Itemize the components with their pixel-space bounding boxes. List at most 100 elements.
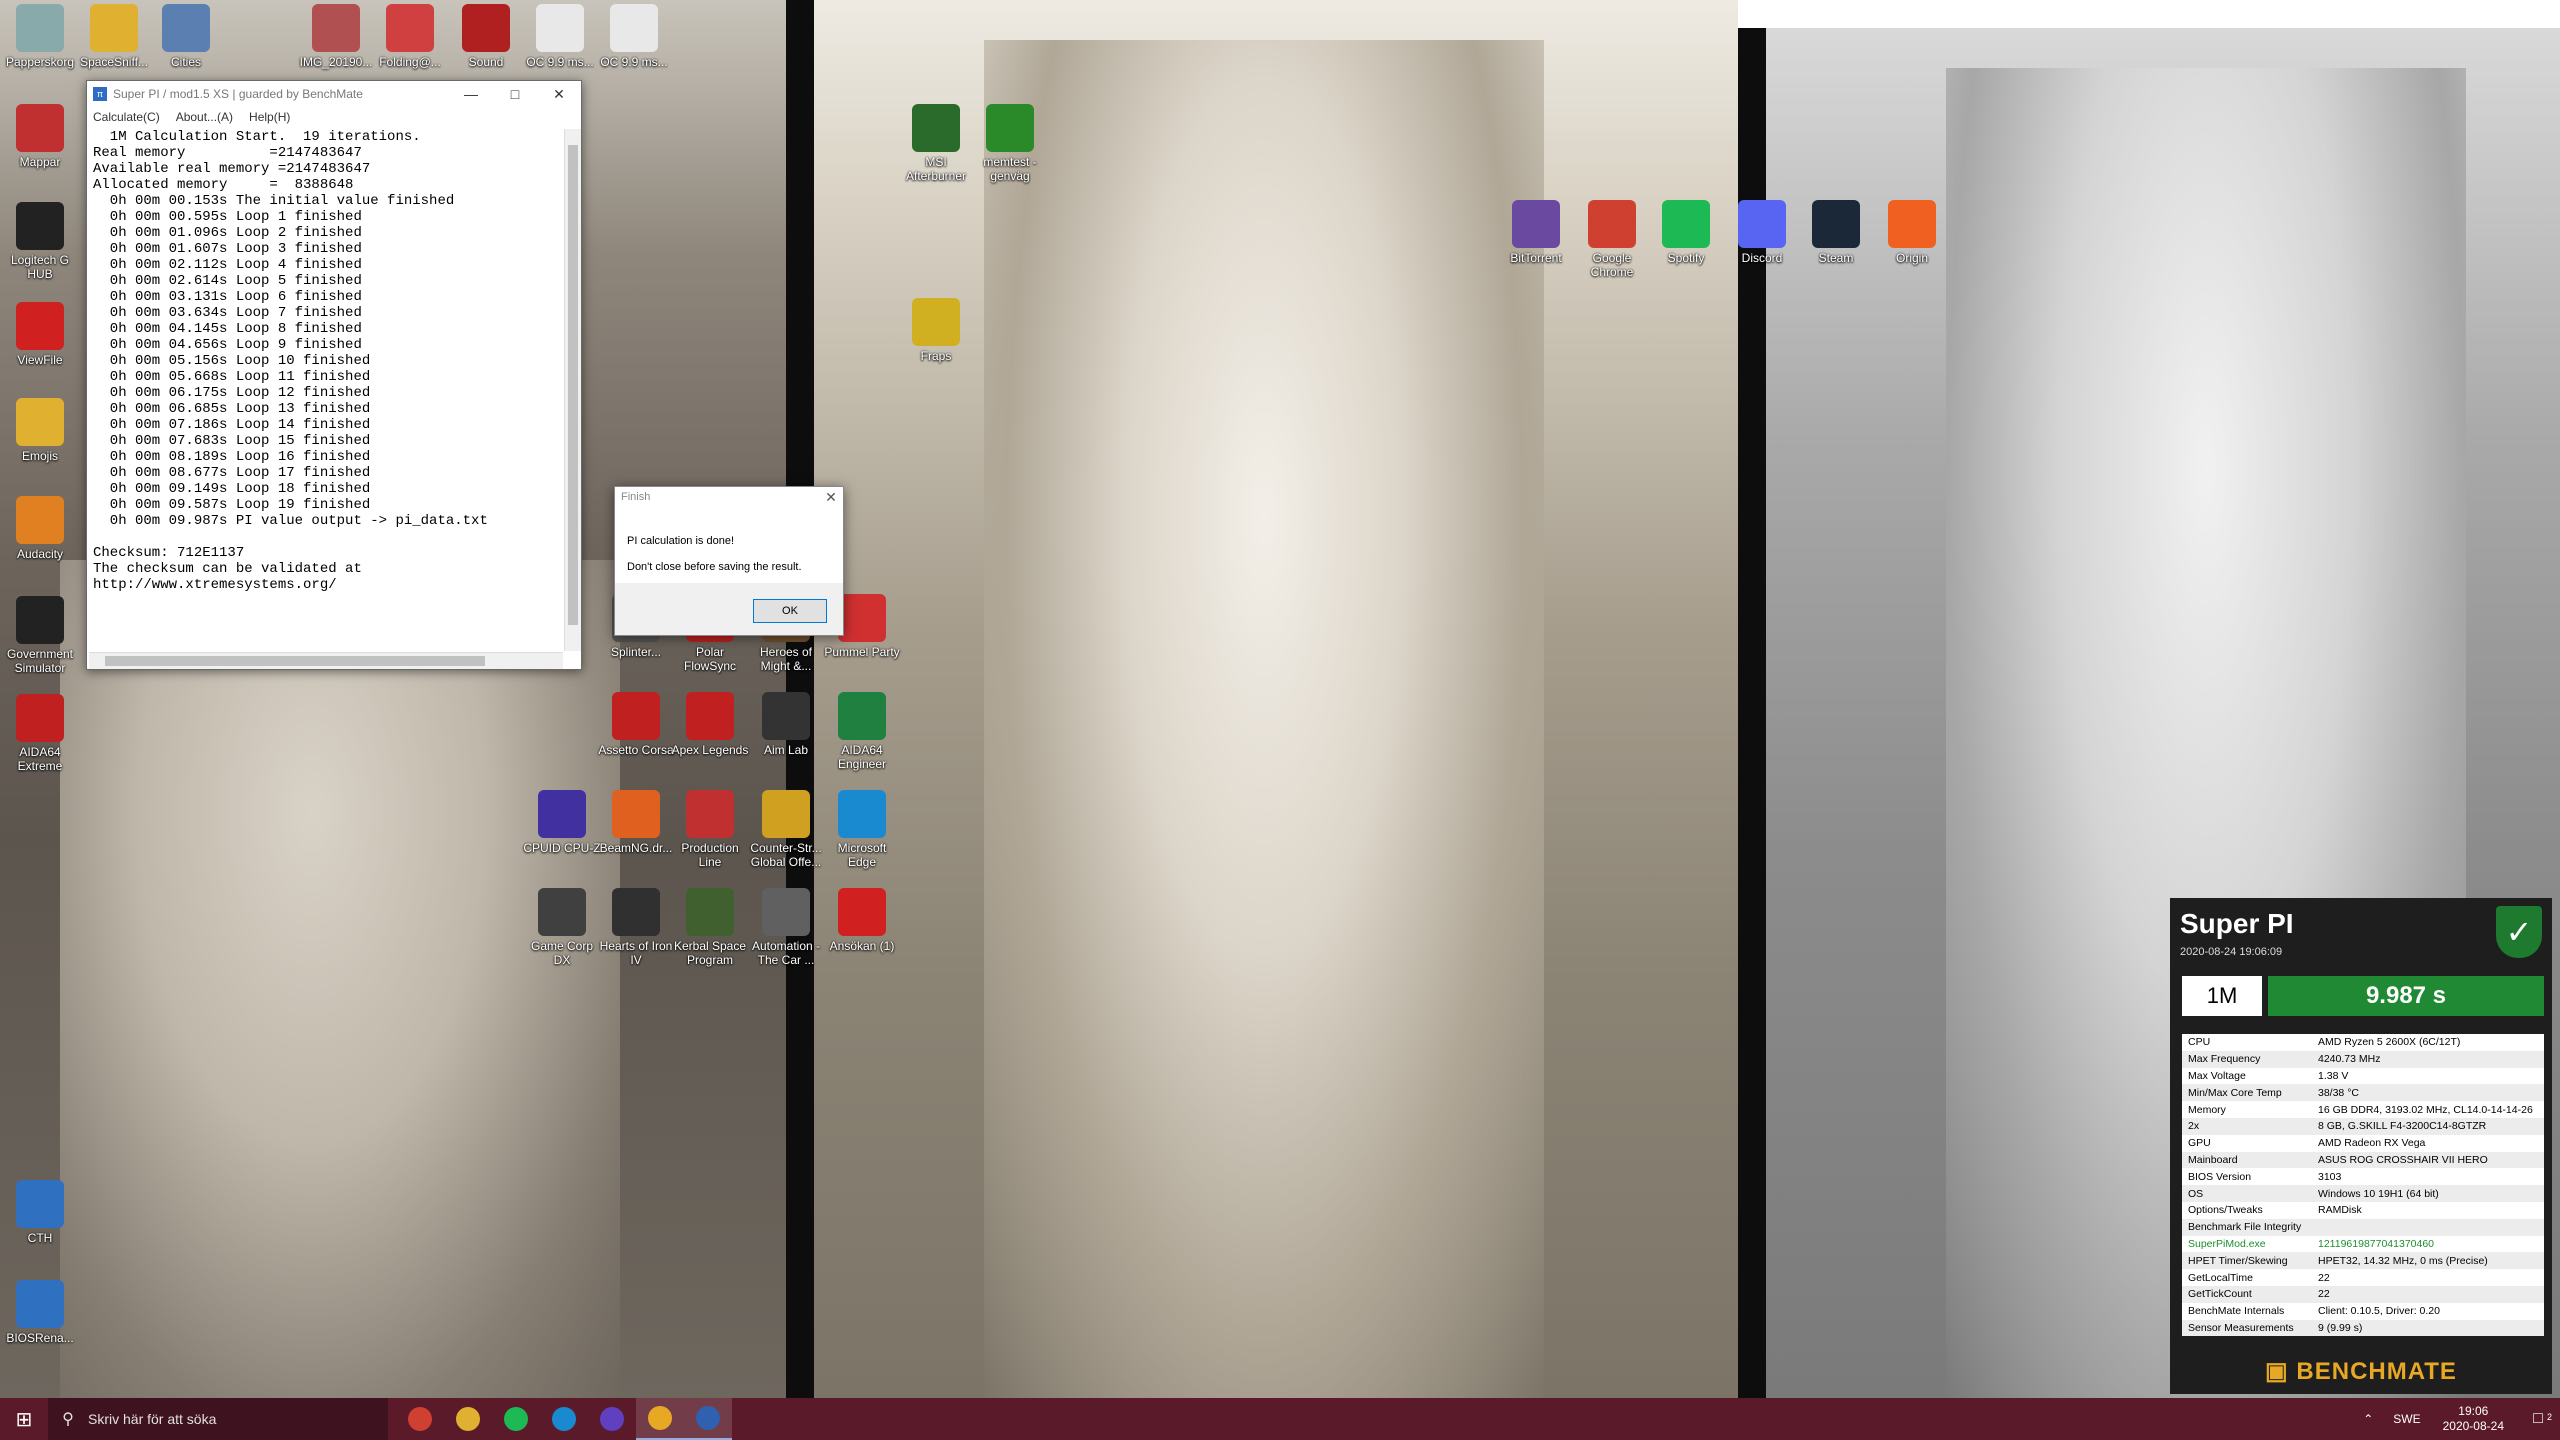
info-value: 12119619877041370460 xyxy=(2318,1237,2435,1250)
vertical-scrollbar[interactable] xyxy=(564,129,581,651)
desktop-icon-edge[interactable]: Microsoft Edge xyxy=(822,790,902,869)
desktop-icon-discord[interactable]: Discord xyxy=(1722,200,1802,265)
desktop-icon-label: Discord xyxy=(1741,251,1783,265)
benchmate-panel: Super PI 2020-08-24 19:06:09 ✓ 1M 9.987 … xyxy=(2170,898,2552,1394)
desktop-icon-assetto[interactable]: Assetto Corsa xyxy=(596,692,676,757)
taskbar: ⊞ ⚲ Skriv här för att söka ⌃ SWE 19:06 2… xyxy=(0,1398,2560,1440)
info-key: Max Voltage xyxy=(2188,1069,2246,1082)
info-key: Benchmark File Integrity xyxy=(2182,1218,2312,1236)
desktop-icon-cities[interactable]: Cities xyxy=(146,4,226,69)
desktop-icon-oc1[interactable]: OC 9.9 ms... xyxy=(520,4,600,69)
desktop-icon-govsim[interactable]: Government Simulator xyxy=(0,596,80,675)
desktop-icon-oc2[interactable]: OC 9.9 ms... xyxy=(594,4,674,69)
finish-titlebar[interactable]: Finish ✕ xyxy=(615,487,843,507)
desktop-icon-spotify[interactable]: Spotify xyxy=(1646,200,1726,265)
ksp-icon xyxy=(686,888,734,936)
desktop-icon-logitech[interactable]: Logitech G HUB xyxy=(0,202,80,281)
desktop-icon-label: Heroes of Might &... xyxy=(759,645,813,673)
benchmark-datetime: 2020-08-24 19:06:09 xyxy=(2180,946,2283,958)
taskbar-app-cpuz[interactable] xyxy=(588,1398,636,1440)
desktop-icon-apex[interactable]: Apex Legends xyxy=(670,692,750,757)
taskbar-app-benchmate[interactable] xyxy=(636,1398,684,1440)
desktop-icon-bittorrent[interactable]: BitTorrent xyxy=(1496,200,1576,265)
desktop-icon-recycle[interactable]: Papperskorg xyxy=(0,4,80,69)
desktop-icon-csgo[interactable]: Counter-Str... Global Offe... xyxy=(746,790,826,869)
desktop-icon-folding[interactable]: Folding@... xyxy=(370,4,450,69)
chevron-up-icon[interactable]: ⌃ xyxy=(2353,1412,2383,1426)
language-indicator[interactable]: SWE xyxy=(2383,1412,2430,1426)
windows-start-icon[interactable]: ⊞ xyxy=(0,1398,48,1440)
info-row: Mainboard ASUS ROG CROSSHAIR VII HERO xyxy=(2182,1151,2544,1169)
taskbar-app-superpi[interactable] xyxy=(684,1398,732,1440)
superpi-window[interactable]: π Super PI / mod1.5 XS | guarded by Benc… xyxy=(86,80,582,670)
desktop-icon-audacity[interactable]: Audacity xyxy=(0,496,80,561)
info-key: CPU xyxy=(2188,1036,2211,1049)
minimize-icon[interactable]: — xyxy=(449,81,493,107)
taskbar-app-spotify[interactable] xyxy=(492,1398,540,1440)
desktop-icon-cth[interactable]: CTH xyxy=(0,1180,80,1245)
folder-icon xyxy=(90,4,138,52)
info-key: Sensor Measurements xyxy=(2182,1319,2312,1337)
superpi-titlebar[interactable]: π Super PI / mod1.5 XS | guarded by Benc… xyxy=(87,81,581,107)
desktop-icon-beamng[interactable]: BeamNG.dr... xyxy=(596,790,676,855)
desktop-icon-msi[interactable]: MSI Afterburner xyxy=(896,104,976,183)
superpi-app-icon: π xyxy=(93,87,107,101)
info-value: RAMDisk xyxy=(2318,1204,2362,1217)
desktop-icon-label: Ansökan (1) xyxy=(829,939,895,953)
menu-help[interactable]: Help(H) xyxy=(249,110,290,124)
desktop-icon-label: Google Chrome xyxy=(1590,251,1634,279)
superpi-output-area[interactable]: 1M Calculation Start. 19 iterations. Rea… xyxy=(89,129,563,651)
maximize-icon[interactable]: □ xyxy=(493,81,537,107)
taskbar-app-file-explorer[interactable] xyxy=(444,1398,492,1440)
info-value: HPET32, 14.32 MHz, 0 ms (Precise) xyxy=(2312,1252,2544,1270)
finish-footer: OK xyxy=(615,583,843,635)
notification-icon[interactable]: □ 2 xyxy=(2516,1410,2560,1428)
taskbar-clock[interactable]: 19:06 2020-08-24 xyxy=(2431,1404,2516,1434)
desktop-icon-hoi4[interactable]: Hearts of Iron IV xyxy=(596,888,676,967)
horizontal-scrollbar[interactable] xyxy=(89,652,563,669)
desktop-icon-production[interactable]: Production Line xyxy=(670,790,750,869)
info-value: AMD Radeon RX Vega xyxy=(2318,1137,2426,1150)
desktop-icon-automation[interactable]: Automation - The Car ... xyxy=(746,888,826,967)
desktop-icon-ansokan[interactable]: Ansökan (1) xyxy=(822,888,902,953)
desktop-icon-img[interactable]: IMG_20190... xyxy=(296,4,376,69)
desktop-icon-ksp[interactable]: Kerbal Space Program xyxy=(670,888,750,967)
info-key: BenchMate Internals xyxy=(2188,1305,2285,1318)
menu-about[interactable]: About...(A) xyxy=(176,110,233,124)
desktop-icon-chrome[interactable]: Google Chrome xyxy=(1572,200,1652,279)
info-key: 2x xyxy=(2182,1117,2312,1135)
gov-icon xyxy=(16,596,64,644)
taskbar-app-chrome[interactable] xyxy=(396,1398,444,1440)
desktop-icon-cpuid[interactable]: CPUID CPU-Z xyxy=(522,790,602,855)
system-info-table: CPU AMD Ryzen 5 2600X (6C/12T) Max Frequen… xyxy=(2182,1034,2544,1337)
desktop-icon-memtest[interactable]: memtest - genväg xyxy=(970,104,1050,183)
taskbar-app-edge[interactable] xyxy=(540,1398,588,1440)
desktop-icon-steam[interactable]: Steam xyxy=(1796,200,1876,265)
info-value: ASUS ROG CROSSHAIR VII HERO xyxy=(2312,1151,2544,1169)
desktop-icon-viewfile[interactable]: ViewFile xyxy=(0,302,80,367)
sound-icon xyxy=(462,4,510,52)
desktop-icon-mappar[interactable]: Mappar xyxy=(0,104,80,169)
desktop-icon-spacesniffer[interactable]: SpaceSniff... xyxy=(74,4,154,69)
close-icon[interactable]: ✕ xyxy=(819,489,843,506)
desktop-icon-label: OC 9.9 ms... xyxy=(600,55,668,69)
menu-calculate[interactable]: Calculate(C) xyxy=(93,110,160,124)
desktop-icon-origin[interactable]: Origin xyxy=(1872,200,1952,265)
desktop-icon-bios[interactable]: BIOSRena... xyxy=(0,1280,80,1345)
finish-dialog[interactable]: Finish ✕ PI calculation is done! Don't c… xyxy=(614,486,844,636)
info-key: GPU xyxy=(2188,1137,2211,1150)
taskbar-search[interactable]: ⚲ Skriv här för att söka xyxy=(48,1398,388,1440)
desktop-icon-aimlab[interactable]: Aim Lab xyxy=(746,692,826,757)
steam-icon xyxy=(1812,200,1860,248)
desktop-icon-sound[interactable]: Sound xyxy=(446,4,526,69)
superpi-output-text: 1M Calculation Start. 19 iterations. Rea… xyxy=(93,129,488,593)
info-key: Max Frequency xyxy=(2182,1050,2312,1068)
close-icon[interactable]: ✕ xyxy=(537,81,581,107)
desktop-icon-emojis[interactable]: Emojis xyxy=(0,398,80,463)
ok-button[interactable]: OK xyxy=(753,599,827,623)
desktop-icon-aida-eng[interactable]: AIDA64 Engineer xyxy=(822,692,902,771)
info-value: Windows 10 19H1 (64 bit) xyxy=(2312,1185,2544,1202)
desktop-icon-gamecorp[interactable]: Game Corp DX xyxy=(522,888,602,967)
desktop-icon-fraps[interactable]: Fraps xyxy=(896,298,976,363)
desktop-icon-aida-ext[interactable]: AIDA64 Extreme xyxy=(0,694,80,773)
